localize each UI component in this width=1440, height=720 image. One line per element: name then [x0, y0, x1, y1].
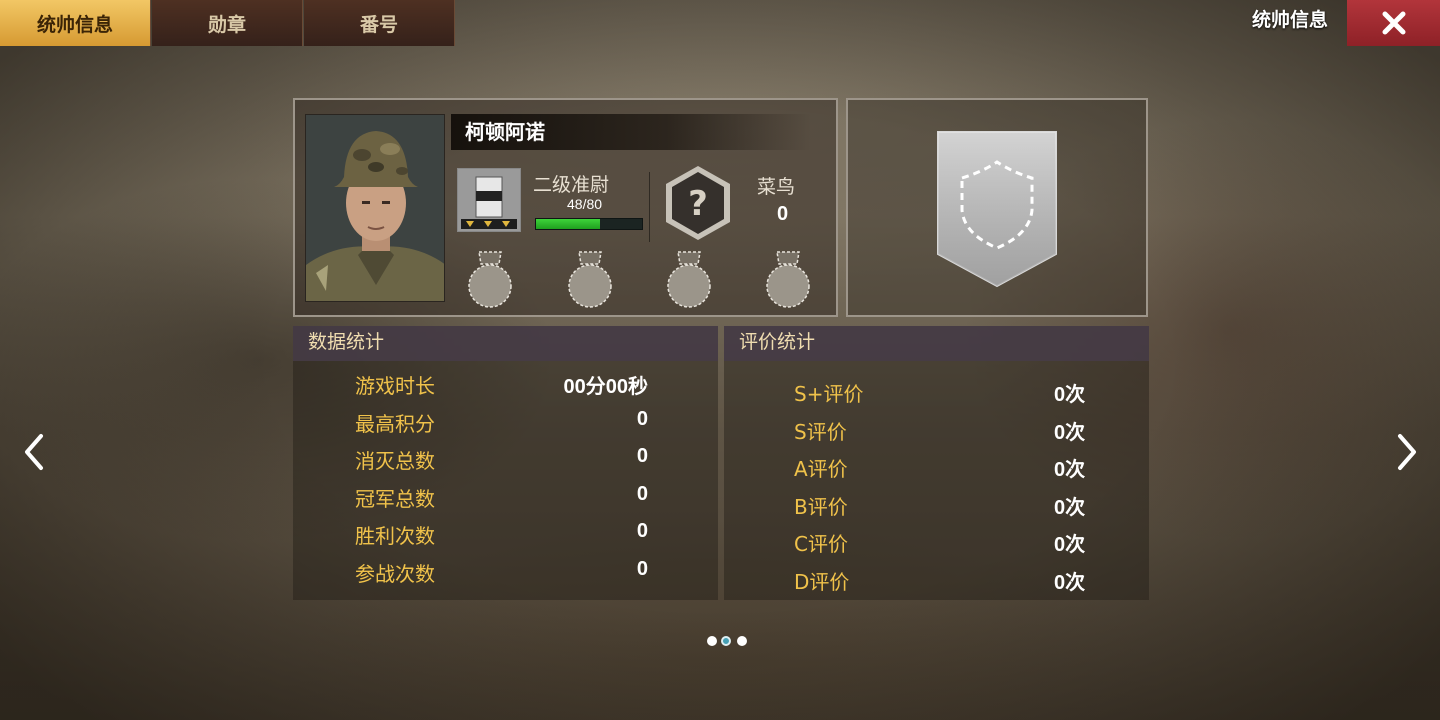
stat-value: 0次 — [1054, 384, 1086, 406]
tab-commander-info[interactable]: 统帅信息 — [0, 0, 151, 46]
tab-unit-number[interactable]: 番号 — [304, 0, 455, 46]
page-dot-active[interactable] — [721, 636, 731, 646]
previous-page-button[interactable] — [19, 430, 49, 474]
rank-name: 二级准尉 — [533, 174, 610, 196]
chevron-right-icon — [1398, 434, 1416, 470]
commander-name: 柯顿阿诺 — [451, 114, 811, 150]
profile-panel: 柯顿阿诺 二级准尉 48/80 ? 菜鸟 0 — [293, 98, 838, 317]
stat-row: S评价 0次 — [724, 407, 1149, 445]
medal-slot-empty-icon[interactable] — [664, 250, 714, 312]
stat-row: 冠军总数 0 — [293, 474, 718, 512]
stat-label: 最高积分 — [355, 411, 435, 436]
stat-value: 0 — [636, 557, 648, 580]
data-stats-title: 数据统计 — [293, 326, 718, 361]
stat-label: C评价 — [794, 532, 848, 556]
stat-label: S评价 — [794, 419, 847, 444]
stat-value: 0 — [636, 482, 648, 505]
page-dot[interactable] — [707, 636, 717, 646]
stat-value: 0 — [636, 520, 648, 542]
stat-label: A评价 — [794, 457, 848, 481]
xp-progress-fill — [536, 219, 600, 229]
stat-value: 0次 — [1054, 571, 1086, 594]
xp-progress-bar — [535, 218, 643, 230]
page-title: 统帅信息 — [1251, 9, 1328, 31]
close-x-icon — [1382, 11, 1405, 35]
stat-row: D评价 0次 — [724, 557, 1149, 595]
svg-text:?: ? — [688, 184, 708, 224]
stat-row: 游戏时长 00分00秒 — [293, 361, 718, 399]
medal-slot-empty-icon[interactable] — [763, 250, 813, 312]
chevron-left-icon — [25, 434, 43, 470]
rating-stats-panel: 评价统计 S+评价 0次 S评价 0次 A评价 0次 B评价 0次 C评价 0次… — [724, 326, 1149, 600]
top-bar: 统帅信息 勋章 番号 统帅信息 — [0, 0, 1440, 46]
stat-value: 00分00秒 — [563, 376, 649, 398]
rank-insignia-icon — [457, 168, 521, 232]
next-page-button[interactable] — [1392, 430, 1422, 474]
tab-medals[interactable]: 勋章 — [152, 0, 303, 46]
stat-row: S+评价 0次 — [724, 369, 1149, 407]
soldier-portrait-image — [306, 115, 444, 301]
data-stats-panel: 数据统计 游戏时长 00分00秒 最高积分 0 消灭总数 0 冠军总数 0 胜利… — [293, 326, 718, 600]
tier-name: 菜鸟 — [757, 176, 796, 198]
stat-label: D评价 — [794, 569, 850, 594]
emblem-panel — [846, 98, 1148, 317]
stat-value: 0次 — [1054, 496, 1086, 519]
medal-slot-empty-icon[interactable] — [465, 250, 515, 312]
stat-label: B评价 — [794, 494, 848, 519]
stat-row: 消灭总数 0 — [293, 436, 718, 474]
stat-row: B评价 0次 — [724, 482, 1149, 520]
stat-value: 0次 — [1054, 534, 1086, 556]
stat-label: 消灭总数 — [355, 449, 435, 473]
tier-score: 0 — [777, 203, 789, 225]
stat-value: 0 — [636, 445, 648, 467]
xp-text: 48/80 — [567, 196, 603, 212]
stat-row: A评价 0次 — [724, 444, 1149, 482]
stat-value: 0 — [636, 407, 648, 430]
stat-label: 参战次数 — [355, 561, 435, 586]
stat-row: C评价 0次 — [724, 519, 1149, 557]
stat-row: 胜利次数 0 — [293, 511, 718, 549]
commander-portrait — [305, 114, 445, 302]
question-hexagon-icon[interactable]: ? — [663, 164, 733, 242]
stat-value: 0次 — [1054, 459, 1086, 481]
page-dot[interactable] — [737, 636, 747, 646]
stat-label: 胜利次数 — [355, 524, 435, 548]
close-button[interactable] — [1347, 0, 1440, 46]
empty-shield-icon[interactable] — [936, 130, 1058, 288]
page-indicator — [705, 635, 755, 647]
stat-label: 游戏时长 — [355, 374, 435, 398]
medal-slot-empty-icon[interactable] — [565, 250, 615, 312]
rating-stats-title: 评价统计 — [724, 326, 1149, 361]
stat-label: 冠军总数 — [355, 486, 435, 511]
stat-row: 参战次数 0 — [293, 549, 718, 587]
stat-row: 最高积分 0 — [293, 399, 718, 437]
divider — [649, 172, 650, 242]
stat-label: S+评价 — [794, 382, 864, 406]
stat-value: 0次 — [1054, 421, 1086, 444]
